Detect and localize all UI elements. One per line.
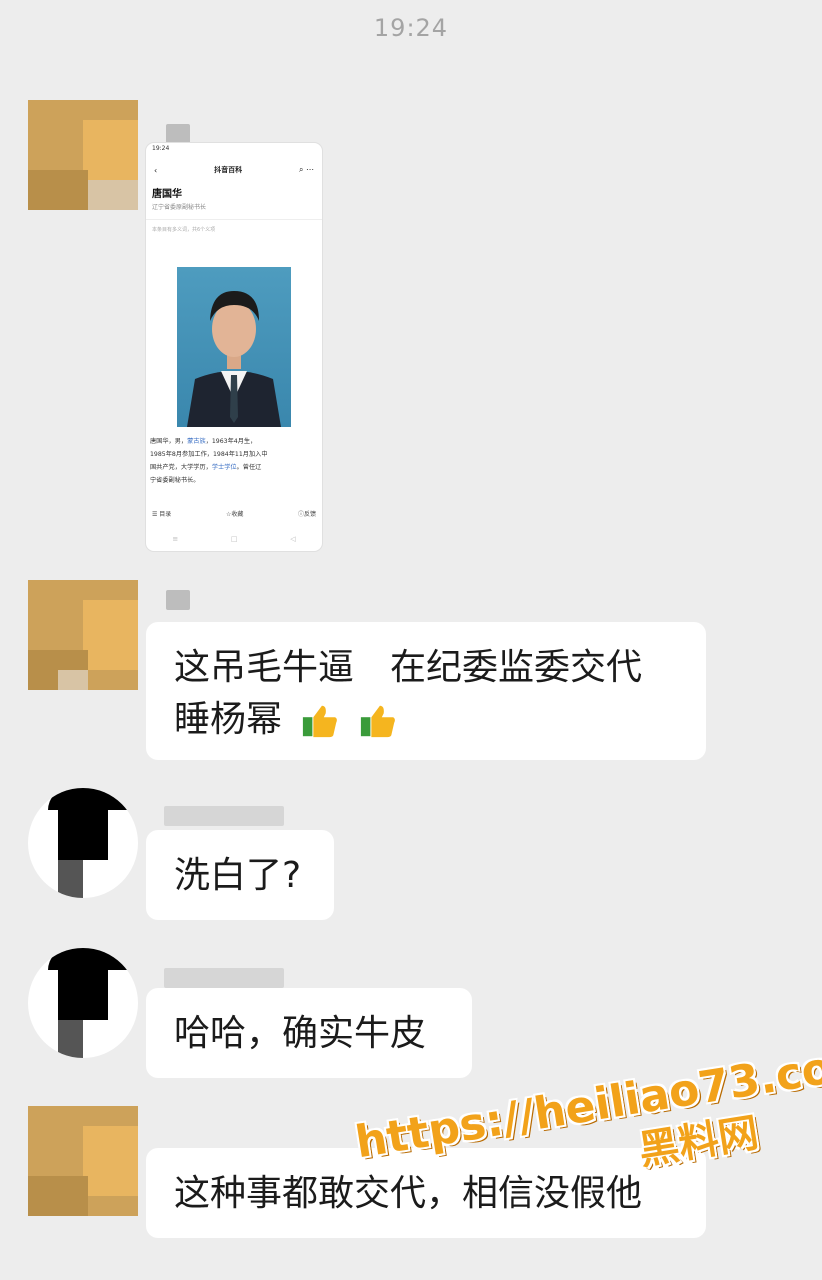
card-system-nav: ≡ □ ◁ [146, 535, 322, 543]
avatar[interactable] [28, 788, 138, 898]
feedback-icon: ⓘ反馈 [297, 511, 316, 518]
bio-text: 1985年8月参加工作，1984年11月加入中 [150, 451, 268, 458]
thumbs-up-emoji-icon [303, 705, 338, 738]
card-bottom-right: 反馈 [303, 511, 316, 518]
card-bottom-mid: 收藏 [231, 511, 244, 518]
bio-text: 。曾任辽 [236, 464, 262, 471]
thumbs-up-emoji-icon [360, 705, 395, 738]
avatar[interactable] [28, 948, 138, 1058]
sender-name-blurred [164, 806, 284, 826]
portrait-photo [177, 267, 291, 427]
menu-icon: ☰ 目录 [152, 511, 172, 518]
sender-name-blurred [166, 590, 190, 610]
message-bubble[interactable]: 洗白了? [146, 830, 334, 920]
nav-home-icon: □ [230, 535, 238, 543]
nav-menu-icon: ≡ [172, 535, 179, 543]
bio-text: ，1963年4月生， [205, 438, 257, 445]
star-icon: ☆收藏 [225, 511, 244, 518]
avatar[interactable] [28, 1106, 138, 1216]
card-status-bar: 19:24 [146, 143, 322, 159]
sender-name-blurred [166, 124, 190, 144]
card-app-title: 抖音百科 [214, 166, 243, 174]
message-text-line2: 睡杨幂 [174, 694, 678, 746]
message-text: 哈哈，确实牛皮 [174, 1013, 427, 1054]
back-icon: ‹ [154, 165, 158, 175]
message-text: 洗白了? [174, 855, 302, 896]
card-person-role: 辽宁省委原副秘书长 [152, 204, 207, 211]
shared-screenshot[interactable]: 19:24 ‹ 抖音百科 ⌕ ⋯ 唐国华 辽宁省委原副秘书长 本条目有多义词，共… [146, 143, 322, 551]
portrait-illustration [187, 291, 281, 427]
card-hint: 本条目有多义词，共6个义项 [146, 219, 322, 233]
card-nav-bar: ‹ 抖音百科 ⌕ ⋯ [146, 159, 322, 181]
card-bio: 唐国华，男，蒙古族，1963年4月生， 1985年8月参加工作，1984年11月… [150, 435, 320, 487]
card-person-name: 唐国华 [152, 189, 182, 200]
avatar[interactable] [28, 100, 138, 210]
sender-name-blurred [164, 968, 284, 988]
bio-text: 唐国华，男， [150, 438, 188, 445]
bio-link: 蒙古族 [187, 438, 206, 445]
message-bubble[interactable]: 哈哈，确实牛皮 [146, 988, 472, 1078]
card-bottom-bar: ☰ 目录 ☆收藏 ⓘ反馈 [146, 509, 322, 518]
bio-link: 学士学位 [211, 464, 237, 471]
nav-back-icon: ◁ [290, 535, 296, 543]
message-bubble[interactable]: 这吊毛牛逼 在纪委监委交代 睡杨幂 [146, 622, 706, 760]
bio-text: 宁省委副秘书长。 [150, 477, 200, 484]
search-icon: ⌕ ⋯ [298, 165, 314, 174]
bio-text: 国共产党，大学学历， [150, 464, 212, 471]
card-bottom-left: 目录 [159, 511, 172, 518]
card-status-time: 19:24 [152, 145, 170, 152]
avatar[interactable] [28, 580, 138, 690]
message-text: 睡杨幂 [174, 699, 283, 740]
message-text: 这吊毛牛逼 在纪委监委交代 [174, 647, 643, 688]
chat-timestamp: 19:24 [373, 14, 449, 42]
